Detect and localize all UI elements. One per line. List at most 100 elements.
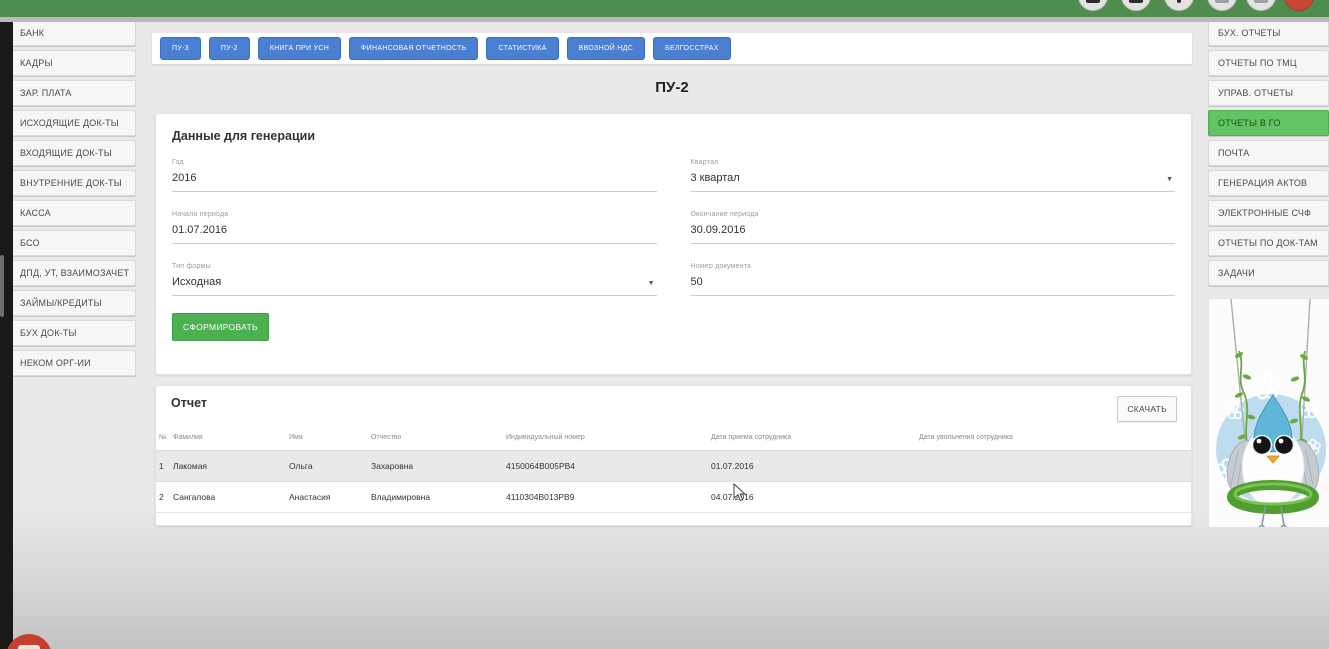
generate-button[interactable]: СФОРМИРОВАТЬ (172, 313, 269, 341)
tab-button[interactable]: ПУ-3 (160, 37, 201, 60)
icon-glyph (1254, 0, 1268, 3)
sidebar-item[interactable]: БУХ. ОТЧЕТЫ (1208, 20, 1329, 46)
table-cell: 1 (156, 449, 173, 482)
table-cell: 4150064B005PB4 (506, 449, 711, 482)
mascot-panel (1208, 298, 1329, 528)
icon-glyph (1086, 0, 1100, 3)
icon-glyph (1177, 0, 1181, 3)
sidebar-item[interactable]: ЗАЙМЫ/КРЕДИТЫ (10, 290, 136, 316)
report-title: Отчет (171, 396, 208, 410)
sidebar-item[interactable]: КАССА (10, 200, 136, 226)
table-cell: 01.07.2016 (711, 449, 919, 482)
top-green-bar (0, 0, 1329, 17)
table-cell: 2 (156, 481, 173, 513)
sidebar-item[interactable]: ВХОДЯЩИЕ ДОК-ТЫ (10, 140, 136, 166)
field-value: 30.09.2016 (690, 224, 746, 236)
camera-icon (18, 645, 40, 649)
form-title: Данные для генерации (172, 129, 315, 143)
form-field[interactable]: Тип формы Исходная ▼ (172, 263, 657, 296)
icon-glyph (1215, 0, 1229, 3)
field-label: Тип формы (172, 263, 211, 270)
chevron-down-icon[interactable]: ▼ (648, 280, 655, 287)
sidebar-item[interactable]: УПРАВ. ОТЧЕТЫ (1208, 80, 1329, 106)
column-header: Отчество (371, 434, 402, 442)
table-cell: Сангалова (173, 481, 289, 513)
sidebar-item[interactable]: ЗАР. ПЛАТА (10, 80, 136, 106)
column-header: Дата увольнения сотрудника (919, 434, 1013, 442)
tab-button[interactable]: БЕЛГОССТРАХ (653, 37, 731, 60)
browser-action-icon[interactable] (1121, 0, 1151, 11)
page-title: ПУ-2 (655, 79, 689, 96)
chevron-down-icon[interactable]: ▼ (1166, 176, 1173, 183)
tab-button[interactable]: ПУ-2 (208, 37, 250, 60)
table-cell: 4110304B013PB9 (506, 481, 711, 513)
field-value: Исходная (172, 276, 222, 288)
field-label: Начало периода (172, 211, 229, 218)
sidebar-item[interactable]: ДПД, УТ, ВЗАИМОЗАЧЕТ (10, 260, 136, 286)
window-divider (0, 17, 1329, 22)
table-row[interactable]: 2 Сангалова Анастасия Владимировна 4110304B0… (156, 481, 1191, 513)
column-header: № (159, 434, 167, 442)
bird-on-swing-illustration (1214, 299, 1326, 527)
sidebar-item[interactable]: ЭЛЕКТРОННЫЕ СЧФ (1208, 200, 1329, 226)
tab-button[interactable]: СТАТИСТИКА (486, 37, 559, 60)
sidebar-item-active[interactable]: ОТЧЕТЫ В ГО (1208, 110, 1329, 136)
browser-action-icon[interactable] (1207, 0, 1237, 11)
table-cell (919, 449, 1191, 482)
table-header-row: № Фамилия Имя Отчество Индивидуальный номер Д… (156, 426, 1191, 450)
field-value: 50 (690, 276, 703, 288)
browser-action-icon[interactable] (1078, 0, 1108, 11)
field-value: 01.07.2016 (172, 224, 228, 236)
sidebar-item[interactable]: ОТЧЕТЫ ПО ТМЦ (1208, 50, 1329, 76)
table-row[interactable]: 1 Лакомая Ольга Захаровна 4150064B005PB4 01.0… (156, 449, 1191, 482)
browser-action-icon[interactable] (1246, 0, 1276, 11)
field-label: Квартал (690, 159, 719, 166)
sidebar-item[interactable]: КАДРЫ (10, 50, 136, 76)
mouse-cursor (733, 483, 747, 502)
report-table: № Фамилия Имя Отчество Индивидуальный номер Д… (156, 426, 1191, 513)
form-field[interactable]: Окончание периода 30.09.2016 (690, 211, 1175, 244)
tab-button[interactable]: ВВОЗНОЙ НДС (566, 37, 646, 60)
field-value: 2016 (172, 172, 197, 184)
record-icon[interactable] (1284, 0, 1314, 11)
form-field[interactable]: Начало периода 01.07.2016 (172, 211, 657, 244)
sidebar-item[interactable]: НЕКОМ ОРГ-ИИ (10, 350, 136, 376)
field-label: Год (172, 159, 184, 166)
form-fields: Год 2016 Квартал 3 квартал ▼ Начало периода 01… (172, 159, 1175, 296)
field-label: Окончание периода (690, 211, 759, 218)
sidebar-item[interactable]: ЗАДАЧИ (1208, 260, 1329, 286)
table-cell (919, 481, 1191, 513)
table-cell: Захаровна (371, 449, 506, 482)
form-field[interactable]: Квартал 3 квартал ▼ (690, 159, 1175, 192)
field-label: Номер документа (690, 263, 752, 270)
report-tabbar: ПУ-3 ПУ-2 КНИГА ПРИ УСН ФИНАНСОВАЯ ОТЧЕТНОС… (152, 33, 1192, 64)
sidebar-item[interactable]: БАНК (10, 20, 136, 46)
edge-scrollbar[interactable] (0, 255, 4, 317)
table-cell: Ольга (289, 449, 371, 482)
sidebar-item[interactable]: ИСХОДЯЩИЕ ДОК-ТЫ (10, 110, 136, 136)
sidebar-item[interactable]: ГЕНЕРАЦИЯ АКТОВ (1208, 170, 1329, 196)
form-field[interactable]: Номер документа 50 (690, 263, 1175, 296)
left-edge-strip (0, 0, 13, 649)
tab-button[interactable]: ФИНАНСОВАЯ ОТЧЕТНОСТЬ (349, 37, 479, 60)
download-button[interactable]: СКАЧАТЬ (1117, 396, 1177, 422)
sidebar-item[interactable]: ОТЧЕТЫ ПО ДОК-ТАМ (1208, 230, 1329, 256)
tab-button[interactable]: КНИГА ПРИ УСН (257, 37, 342, 60)
column-header: Фамилия (173, 434, 203, 442)
form-field[interactable]: Год 2016 (172, 159, 657, 192)
browser-action-icon[interactable] (1164, 0, 1194, 11)
sidebar-item[interactable]: БУХ ДОК-ТЫ (10, 320, 136, 346)
table-cell: Владимировна (371, 481, 506, 513)
sidebar-item[interactable]: БСО (10, 230, 136, 256)
table-cell: Анастасия (289, 481, 371, 513)
field-value: 3 квартал (690, 172, 740, 184)
column-header: Имя (289, 434, 303, 442)
left-sidebar: БАНК КАДРЫ ЗАР. ПЛАТА ИСХОДЯЩИЕ ДОК-ТЫ ВХОДЯ… (10, 20, 136, 380)
table-cell: Лакомая (173, 449, 289, 482)
sidebar-item[interactable]: ПОЧТА (1208, 140, 1329, 166)
report-card: Отчет СКАЧАТЬ № Фамилия Имя Отчество Индивид… (155, 385, 1192, 526)
icon-glyph (1129, 0, 1143, 3)
generation-form-card: Данные для генерации Год 2016 Квартал 3 ква… (155, 113, 1192, 375)
column-header: Дата приема сотрудника (711, 434, 792, 442)
sidebar-item[interactable]: ВНУТРЕННИЕ ДОК-ТЫ (10, 170, 136, 196)
